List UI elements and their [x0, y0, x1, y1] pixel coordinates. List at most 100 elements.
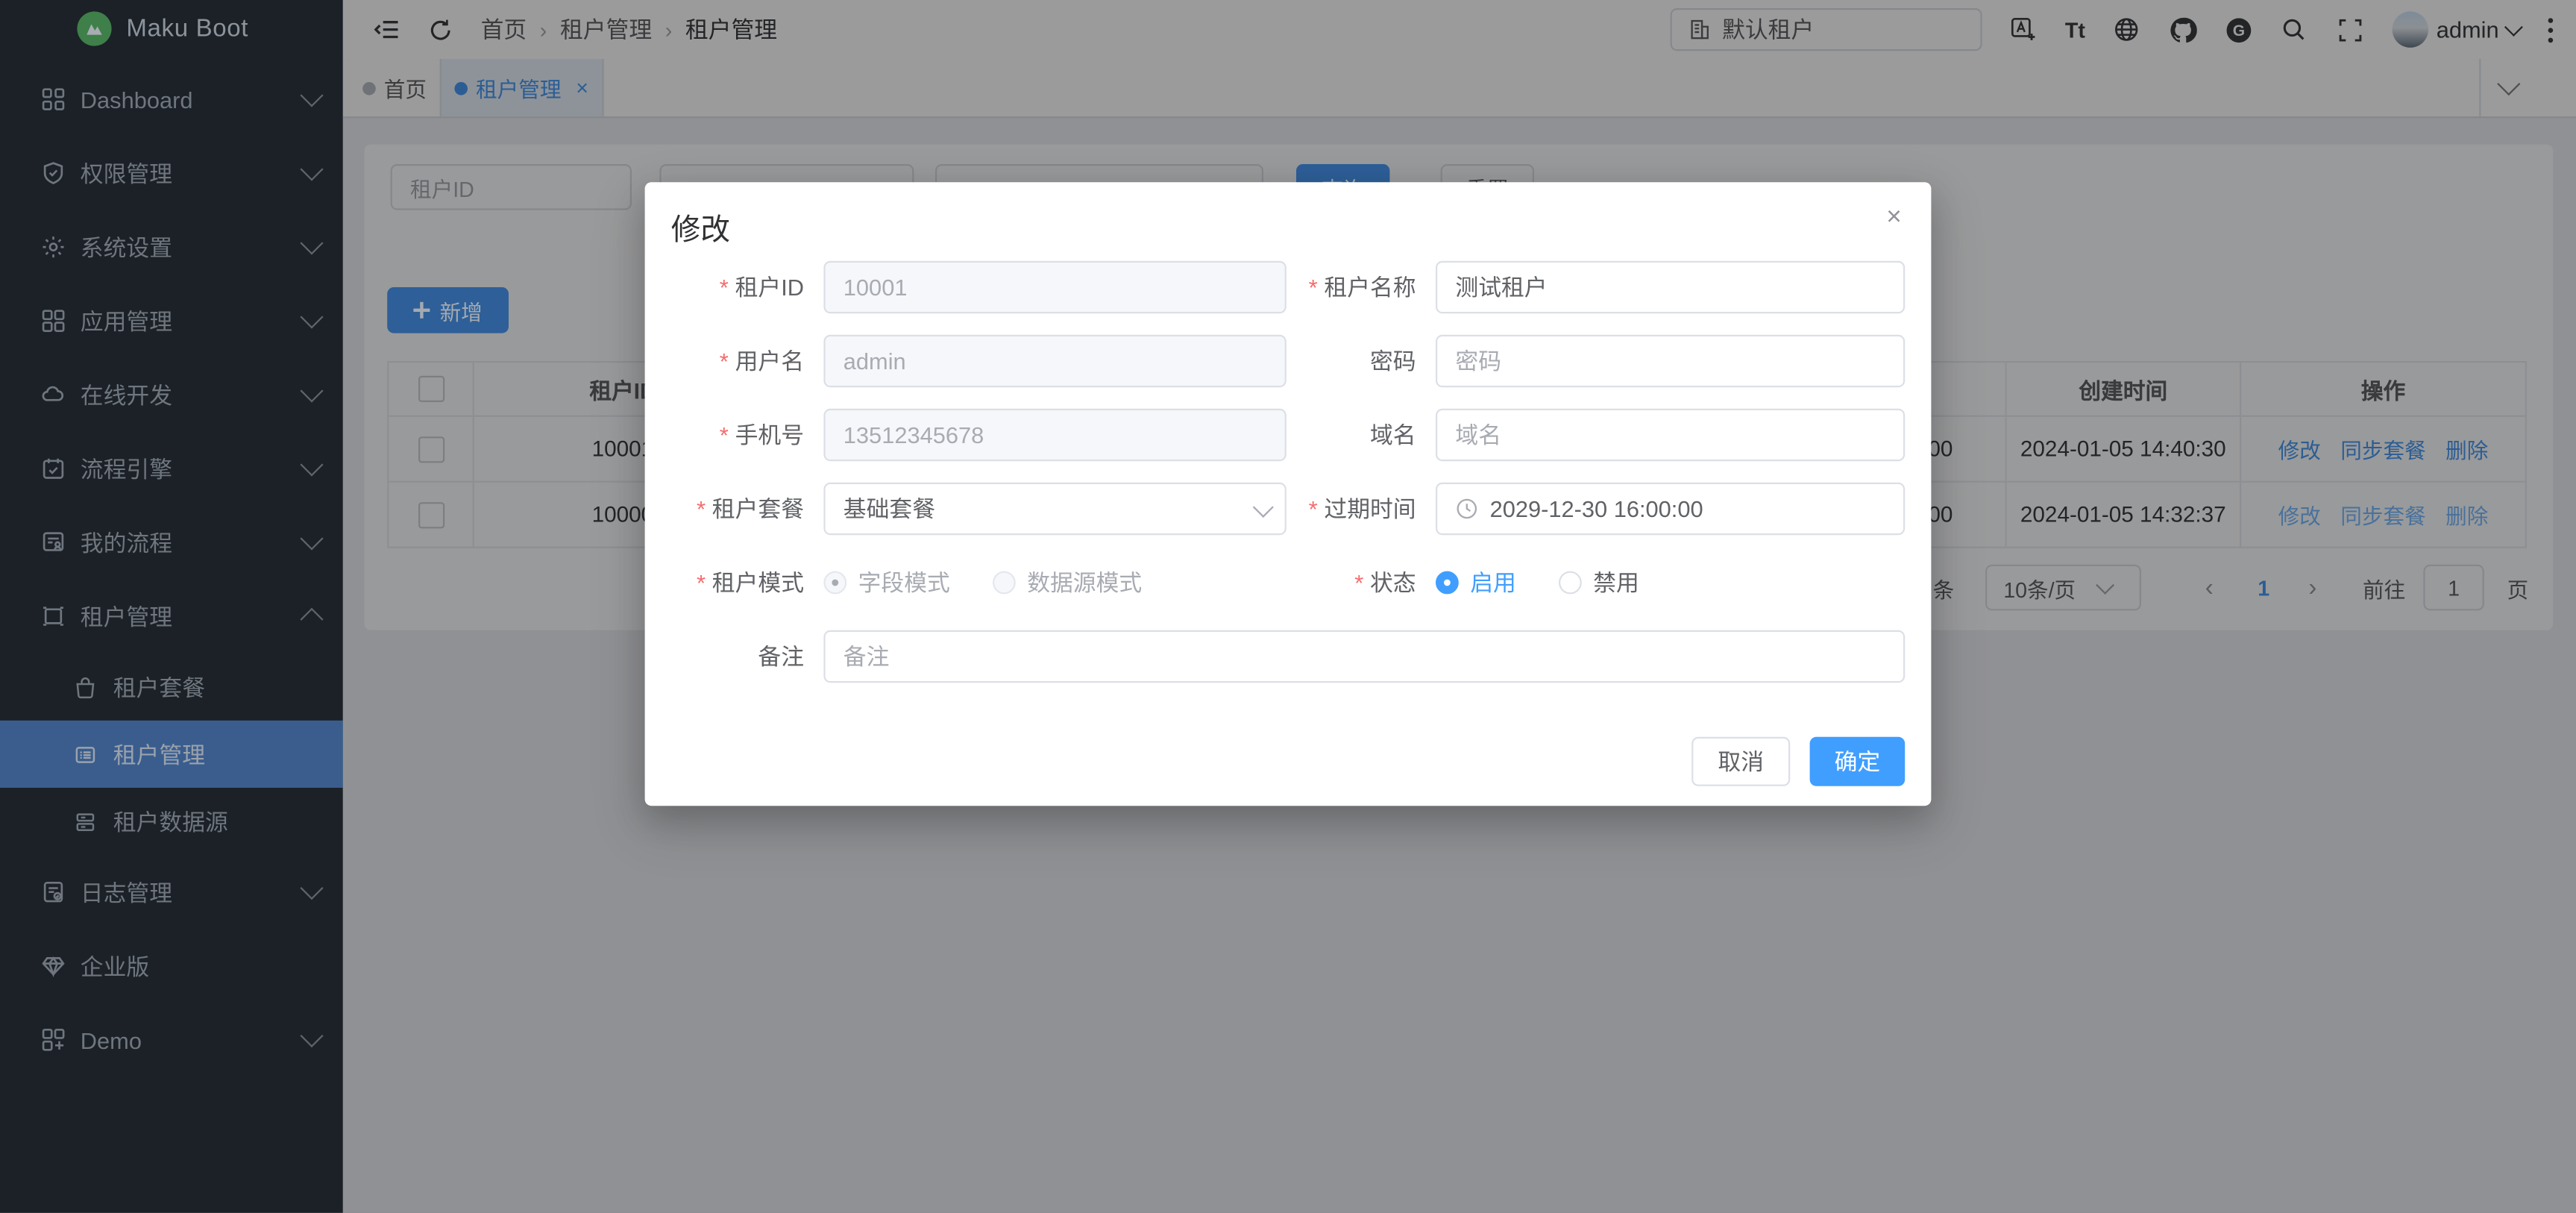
status-disabled-radio[interactable]: 禁用: [1559, 566, 1639, 599]
locale-icon[interactable]: [2009, 16, 2037, 43]
column-header-ops: 操作: [2241, 363, 2525, 415]
sidebar-item-label: Dashboard: [81, 87, 304, 113]
tenant-select[interactable]: 默认租户: [1670, 8, 1982, 51]
goto-label: 前往: [2363, 565, 2405, 611]
sync-package-link[interactable]: 同步套餐: [2340, 499, 2425, 530]
mode-label: *租户模式: [645, 557, 824, 609]
breadcrumb: 首页 › 租户管理 › 租户管理: [481, 13, 778, 46]
sidebar-item-demo[interactable]: Demo: [0, 1003, 343, 1076]
select-all-checkbox[interactable]: [418, 376, 444, 402]
breadcrumb-tenant[interactable]: 租户管理: [560, 13, 652, 46]
tenant-name-field[interactable]: 测试租户: [1436, 261, 1905, 313]
chevron-down-icon: [300, 378, 323, 401]
add-button-label: 新增: [440, 295, 483, 326]
breadcrumb-home[interactable]: 首页: [481, 13, 527, 46]
tab-label: 首页: [384, 72, 427, 104]
sidebar-item-label: 租户套餐: [113, 671, 320, 703]
more-menu-icon[interactable]: [2548, 17, 2554, 42]
sidebar-item-label: 流程引擎: [81, 452, 304, 485]
radio-label: 启用: [1470, 566, 1516, 599]
sidebar-item-log-management[interactable]: 日志管理: [0, 855, 343, 929]
sidebar-item-tenant-management[interactable]: 租户管理: [0, 580, 343, 653]
username: admin: [2437, 16, 2499, 43]
mobile-field: 13512345678: [823, 409, 1286, 461]
mode-field-radio[interactable]: 字段模式: [823, 566, 949, 599]
chevron-down-icon: [2504, 18, 2523, 37]
row-checkbox[interactable]: [418, 436, 444, 462]
sidebar-item-tenant-management-active[interactable]: 租户管理: [0, 721, 343, 788]
tab-home[interactable]: 首页: [350, 59, 440, 116]
edit-tenant-form: *租户ID 10001 *租户名称 测试租户 *用户名 admin 密码 密码 …: [645, 261, 1932, 704]
tenant-select-value: 默认租户: [1722, 13, 1814, 46]
radio-label: 禁用: [1593, 566, 1639, 599]
delete-link[interactable]: 删除: [2445, 433, 2488, 465]
sync-package-link[interactable]: 同步套餐: [2340, 433, 2425, 465]
tab-close-icon[interactable]: ×: [576, 75, 588, 100]
sidebar-item-label: 权限管理: [81, 157, 304, 189]
sidebar-item-tenant-datasource[interactable]: 租户数据源: [0, 788, 343, 855]
sidebar-item-enterprise[interactable]: 企业版: [0, 929, 343, 1003]
delete-link[interactable]: 删除: [2445, 499, 2488, 530]
sidebar-item-my-workflow[interactable]: 我的流程: [0, 506, 343, 580]
sidebar-item-dashboard[interactable]: Dashboard: [0, 63, 343, 137]
sidebar-item-online-dev[interactable]: 在线开发: [0, 358, 343, 432]
package-select[interactable]: 基础套餐: [823, 483, 1286, 535]
search-icon[interactable]: [2281, 16, 2308, 43]
cancel-button[interactable]: 取消: [1691, 737, 1790, 786]
tab-tenant-management[interactable]: 租户管理 ×: [440, 59, 603, 116]
mode-datasource-radio[interactable]: 数据源模式: [993, 566, 1142, 599]
gitee-icon[interactable]: G: [2225, 16, 2252, 43]
tenant-id-filter-input[interactable]: 租户ID: [391, 164, 632, 210]
sidebar-item-permissions[interactable]: 权限管理: [0, 137, 343, 210]
domain-label: 域名: [1287, 409, 1436, 461]
radio-checked-icon: [1436, 571, 1459, 595]
collapse-menu-icon[interactable]: [372, 16, 400, 43]
top-header: 首页 › 租户管理 › 租户管理 默认租户 Tt: [343, 0, 2576, 59]
tab-overflow-button[interactable]: [2479, 59, 2536, 116]
status-enabled-radio[interactable]: 启用: [1436, 566, 1516, 599]
globe-icon[interactable]: [2113, 16, 2140, 43]
edit-link[interactable]: 修改: [2278, 499, 2321, 530]
next-page-button[interactable]: ›: [2308, 565, 2316, 611]
confirm-button[interactable]: 确定: [1810, 737, 1906, 786]
password-field[interactable]: 密码: [1436, 335, 1905, 387]
avatar: [2392, 11, 2428, 47]
ops-cell: 修改 同步套餐 删除: [2241, 417, 2525, 481]
github-icon[interactable]: [2169, 16, 2196, 43]
mode-radio-group: 字段模式 数据源模式: [823, 557, 1286, 609]
sidebar-item-app-management[interactable]: 应用管理: [0, 284, 343, 358]
goto-page-input[interactable]: 1: [2423, 565, 2484, 611]
close-icon[interactable]: ×: [1886, 205, 1902, 231]
goto-page-value: 1: [2448, 575, 2460, 600]
sidebar-item-system-settings[interactable]: 系统设置: [0, 210, 343, 284]
row-checkbox[interactable]: [418, 501, 444, 527]
sidebar-item-workflow-engine[interactable]: 流程引擎: [0, 432, 343, 506]
username-value: admin: [844, 348, 906, 374]
svg-text:G: G: [2232, 22, 2244, 39]
user-menu[interactable]: admin: [2392, 11, 2520, 47]
tenant-id-label: *租户ID: [645, 261, 824, 313]
prev-page-button[interactable]: ‹: [2205, 565, 2214, 611]
created-cell: 2024-01-05 14:40:30: [2007, 417, 2242, 481]
remark-field[interactable]: 备注: [823, 630, 1905, 683]
expire-datepicker[interactable]: 2029-12-30 16:00:00: [1436, 483, 1905, 535]
current-page[interactable]: 1: [2258, 565, 2269, 611]
sidebar-item-label: 租户数据源: [113, 805, 320, 838]
add-button[interactable]: 新增: [387, 287, 509, 333]
radio-label: 字段模式: [858, 566, 950, 599]
edit-link[interactable]: 修改: [2278, 433, 2321, 465]
radio-label: 数据源模式: [1027, 566, 1142, 599]
remark-placeholder: 备注: [844, 640, 890, 673]
page-suffix-label: 页: [2507, 565, 2529, 611]
page-size-select[interactable]: 10条/页: [1985, 565, 2141, 611]
font-size-icon[interactable]: Tt: [2065, 16, 2085, 43]
refresh-icon[interactable]: [427, 16, 454, 43]
sidebar-item-label: 在线开发: [81, 378, 304, 411]
column-header-created: 创建时间: [2007, 363, 2242, 415]
sidebar-item-tenant-package[interactable]: 租户套餐: [0, 653, 343, 721]
domain-field[interactable]: 域名: [1436, 409, 1905, 461]
sidebar-item-label: 企业版: [81, 950, 320, 982]
building-icon: [1688, 16, 1711, 43]
plus-icon: [413, 302, 430, 319]
fullscreen-icon[interactable]: [2336, 16, 2363, 43]
